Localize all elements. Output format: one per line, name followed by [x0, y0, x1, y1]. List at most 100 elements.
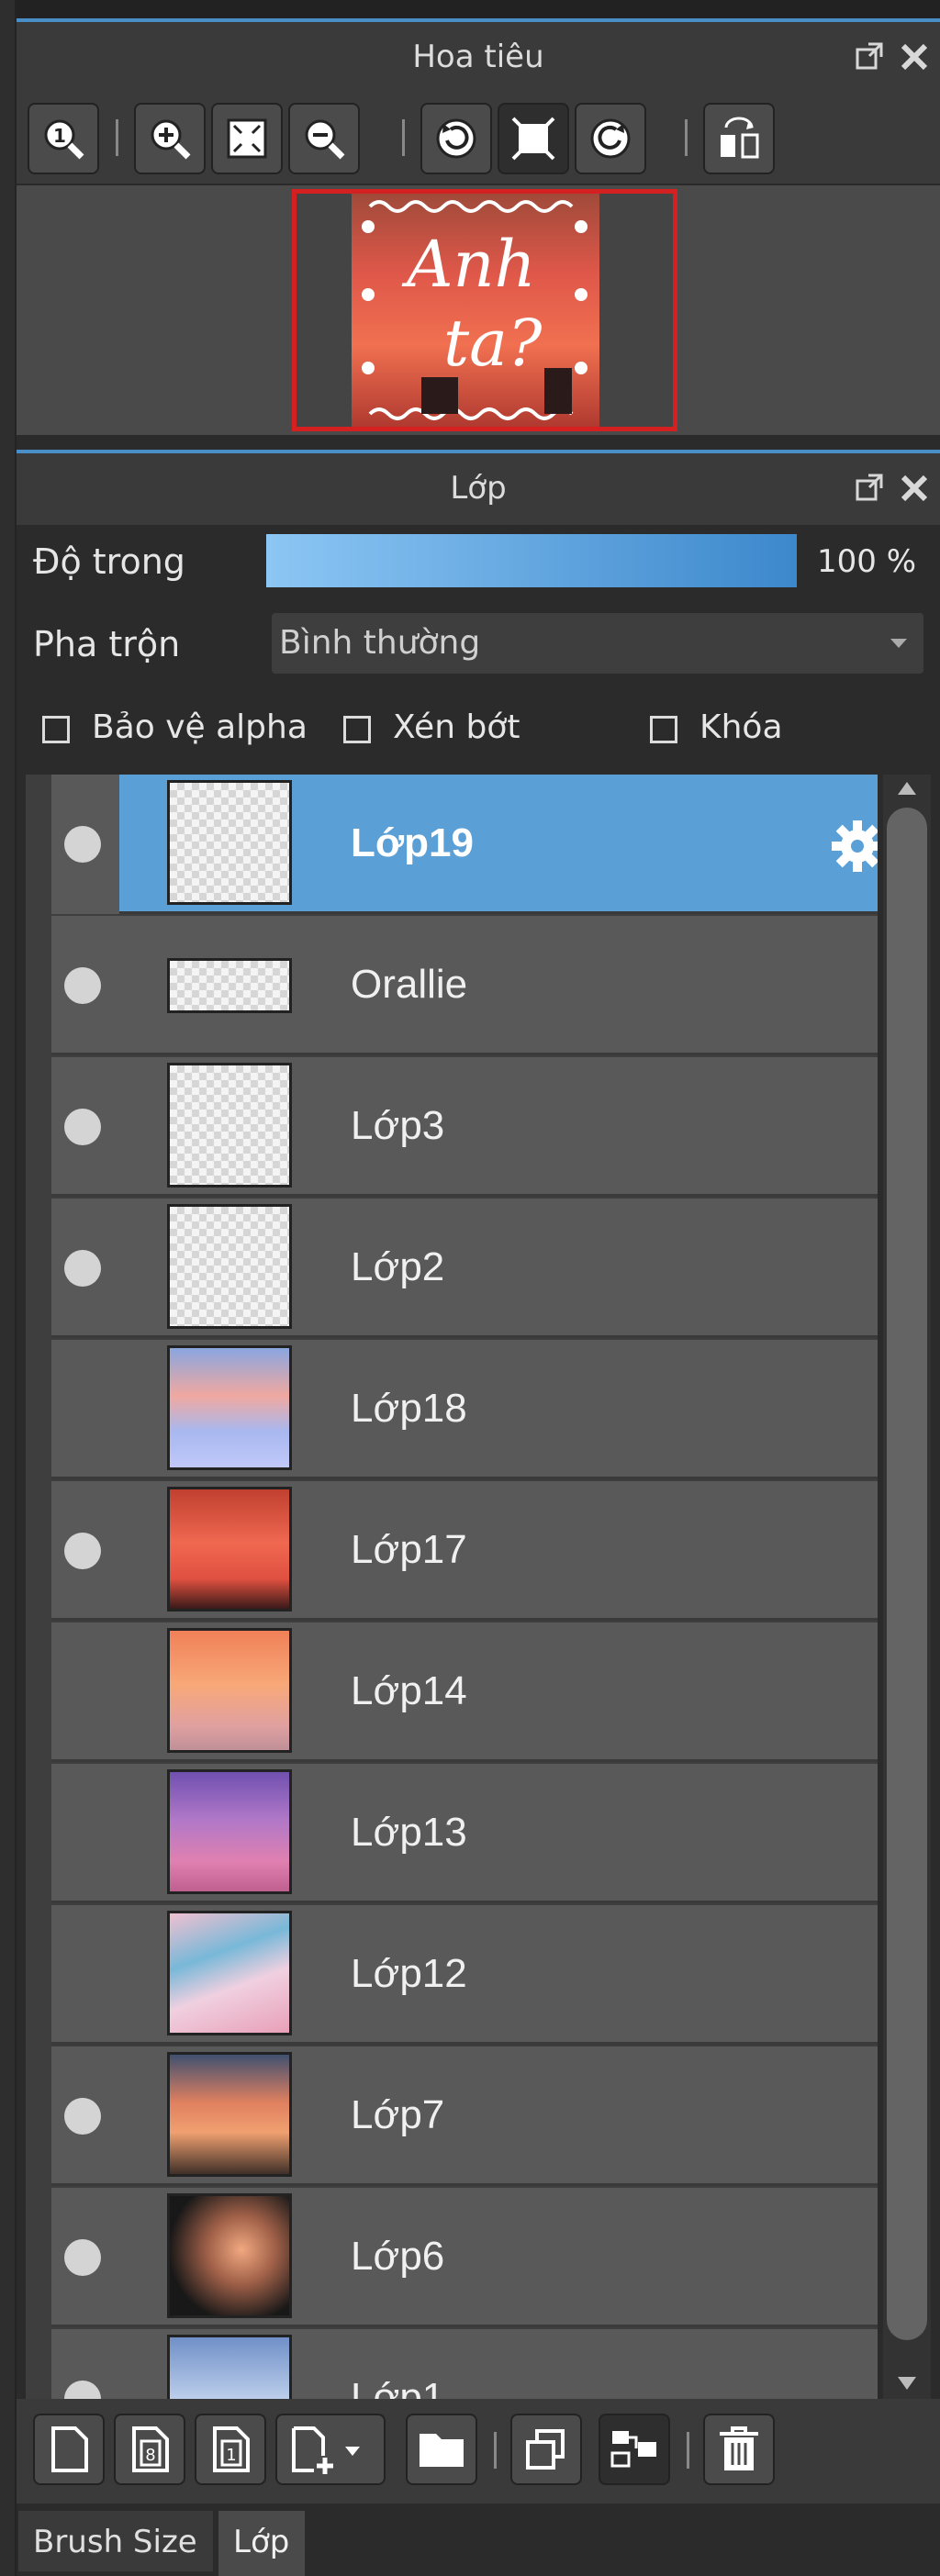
add-layer-menu-icon[interactable]: [275, 2414, 386, 2485]
layer-name: Lớp14: [351, 1668, 467, 1713]
layer-name: Lớp3: [351, 1103, 445, 1148]
chevron-down-icon: [890, 639, 907, 648]
close-icon[interactable]: [898, 40, 931, 73]
clipping-checkbox[interactable]: [343, 716, 371, 743]
layer-name: Lớp1: [351, 2375, 445, 2399]
layer-name: Lớp12: [351, 1951, 467, 1996]
layer-thumbnail: [167, 2335, 292, 2399]
layer-name: Lớp6: [351, 2234, 445, 2279]
visibility-toggle-icon[interactable]: [64, 2098, 101, 2135]
popout-icon[interactable]: [854, 40, 887, 73]
preview-text-line1: Anh: [407, 227, 536, 302]
blend-mode-value: Bình thường: [279, 624, 481, 662]
opacity-slider-fill: [266, 534, 797, 587]
visibility-toggle-icon[interactable]: [64, 2381, 101, 2399]
tab-layer[interactable]: Lớp: [218, 2511, 305, 2576]
svg-text:8: 8: [145, 2446, 155, 2465]
visibility-toggle-icon[interactable]: [64, 826, 101, 863]
popout-icon[interactable]: [854, 472, 887, 505]
layer-thumbnail: [167, 958, 292, 1013]
opacity-slider[interactable]: [266, 534, 797, 587]
layer-name: Lớp2: [351, 1244, 445, 1289]
rotate-left-icon[interactable]: [420, 103, 492, 174]
navigator-viewport-frame[interactable]: Anh ta?: [292, 189, 677, 431]
canvas-preview: Anh ta?: [352, 194, 599, 427]
layer-thumbnail: [167, 1769, 292, 1894]
rotate-right-icon[interactable]: [575, 103, 646, 174]
layer-name: Lớp19: [351, 820, 474, 865]
layer-row[interactable]: Lớp1: [51, 2329, 878, 2399]
layer-name: Orallie: [351, 962, 468, 1007]
blend-mode-select[interactable]: Bình thường: [272, 613, 923, 674]
layer-row[interactable]: Lớp6: [51, 2188, 878, 2327]
toolbar-separator: [687, 2432, 689, 2469]
layer-row[interactable]: Orallie: [51, 916, 878, 1055]
tab-brush-size-label: Brush Size: [33, 2524, 197, 2560]
layer-row[interactable]: Lớp2: [51, 1199, 878, 1338]
layer-thumbnail: [167, 2193, 292, 2318]
protect-alpha-label: Bảo vệ alpha: [92, 708, 308, 746]
layer-thumbnail: [167, 1063, 292, 1188]
clipping-label: Xén bớt: [393, 708, 520, 746]
layer-name: Lớp17: [351, 1527, 467, 1572]
tab-brush-size[interactable]: Brush Size: [18, 2511, 213, 2571]
navigator-toolbar: 1: [17, 92, 940, 184]
scroll-up-icon[interactable]: [896, 780, 918, 797]
layer-row[interactable]: Lớp7: [51, 2046, 878, 2186]
layers-title: Lớp: [450, 470, 507, 507]
visibility-toggle-icon[interactable]: [64, 1533, 101, 1569]
layer-row[interactable]: Lớp19: [51, 775, 878, 914]
zoom-in-icon[interactable]: [134, 103, 206, 174]
visibility-toggle-icon[interactable]: [64, 1109, 101, 1145]
layer-row[interactable]: Lớp13: [51, 1764, 878, 1903]
layer-thumbnail: [167, 1204, 292, 1329]
scrollbar-thumb[interactable]: [887, 808, 927, 2340]
toolbar-separator: [685, 119, 688, 156]
navigator-preview-area[interactable]: Anh ta?: [17, 184, 940, 435]
toolbar-separator: [494, 2432, 497, 2469]
new-8bit-layer-icon[interactable]: 8: [114, 2414, 185, 2485]
scroll-down-icon[interactable]: [896, 2375, 918, 2392]
blend-label: Pha trộn: [33, 624, 181, 664]
close-icon[interactable]: [898, 472, 931, 505]
svg-text:1: 1: [53, 125, 66, 147]
visibility-toggle-icon[interactable]: [64, 967, 101, 1004]
fit-screen-icon[interactable]: [211, 103, 283, 174]
flip-icon[interactable]: [703, 103, 775, 174]
layer-thumbnail: [167, 1911, 292, 2035]
layer-thumbnail: [167, 2052, 292, 2177]
duplicate-layer-icon[interactable]: [510, 2414, 582, 2485]
lock-label: Khóa: [699, 708, 783, 746]
opacity-label: Độ trong: [33, 541, 185, 582]
new-folder-icon[interactable]: [406, 2414, 477, 2485]
visibility-toggle-icon[interactable]: [64, 1250, 101, 1287]
layer-row[interactable]: Lớp3: [51, 1057, 878, 1197]
navigator-title: Hoa tiêu: [412, 39, 544, 75]
layer-row[interactable]: Lớp14: [51, 1623, 878, 1762]
visibility-toggle-icon[interactable]: [64, 2239, 101, 2276]
preview-text-line2: ta?: [443, 306, 543, 381]
layer-thumbnail: [167, 780, 292, 905]
new-1bit-layer-icon[interactable]: 1: [195, 2414, 266, 2485]
layer-list-scrollbar[interactable]: [883, 775, 931, 2399]
new-layer-icon[interactable]: [33, 2414, 105, 2485]
layer-row[interactable]: Lớp12: [51, 1905, 878, 2045]
tab-layer-label: Lớp: [233, 2524, 290, 2560]
fit-width-icon[interactable]: [498, 103, 569, 174]
merge-down-icon[interactable]: [599, 2414, 670, 2485]
svg-text:1: 1: [226, 2446, 236, 2465]
layer-row[interactable]: Lớp17: [51, 1481, 878, 1621]
left-edge: [0, 0, 17, 2576]
zoom-actual-icon[interactable]: 1: [28, 103, 99, 174]
gear-icon[interactable]: [828, 817, 878, 875]
layer-thumbnail: [167, 1628, 292, 1753]
toolbar-separator: [402, 119, 405, 156]
lock-checkbox[interactable]: [650, 716, 677, 743]
protect-alpha-checkbox[interactable]: [42, 716, 70, 743]
layers-panel-header: Lớp: [17, 450, 940, 525]
zoom-out-icon[interactable]: [288, 103, 360, 174]
navigator-panel-header: Hoa tiêu: [17, 18, 940, 94]
layer-name: Lớp7: [351, 2092, 445, 2137]
layer-row[interactable]: Lớp18: [51, 1340, 878, 1479]
delete-layer-icon[interactable]: [703, 2414, 775, 2485]
